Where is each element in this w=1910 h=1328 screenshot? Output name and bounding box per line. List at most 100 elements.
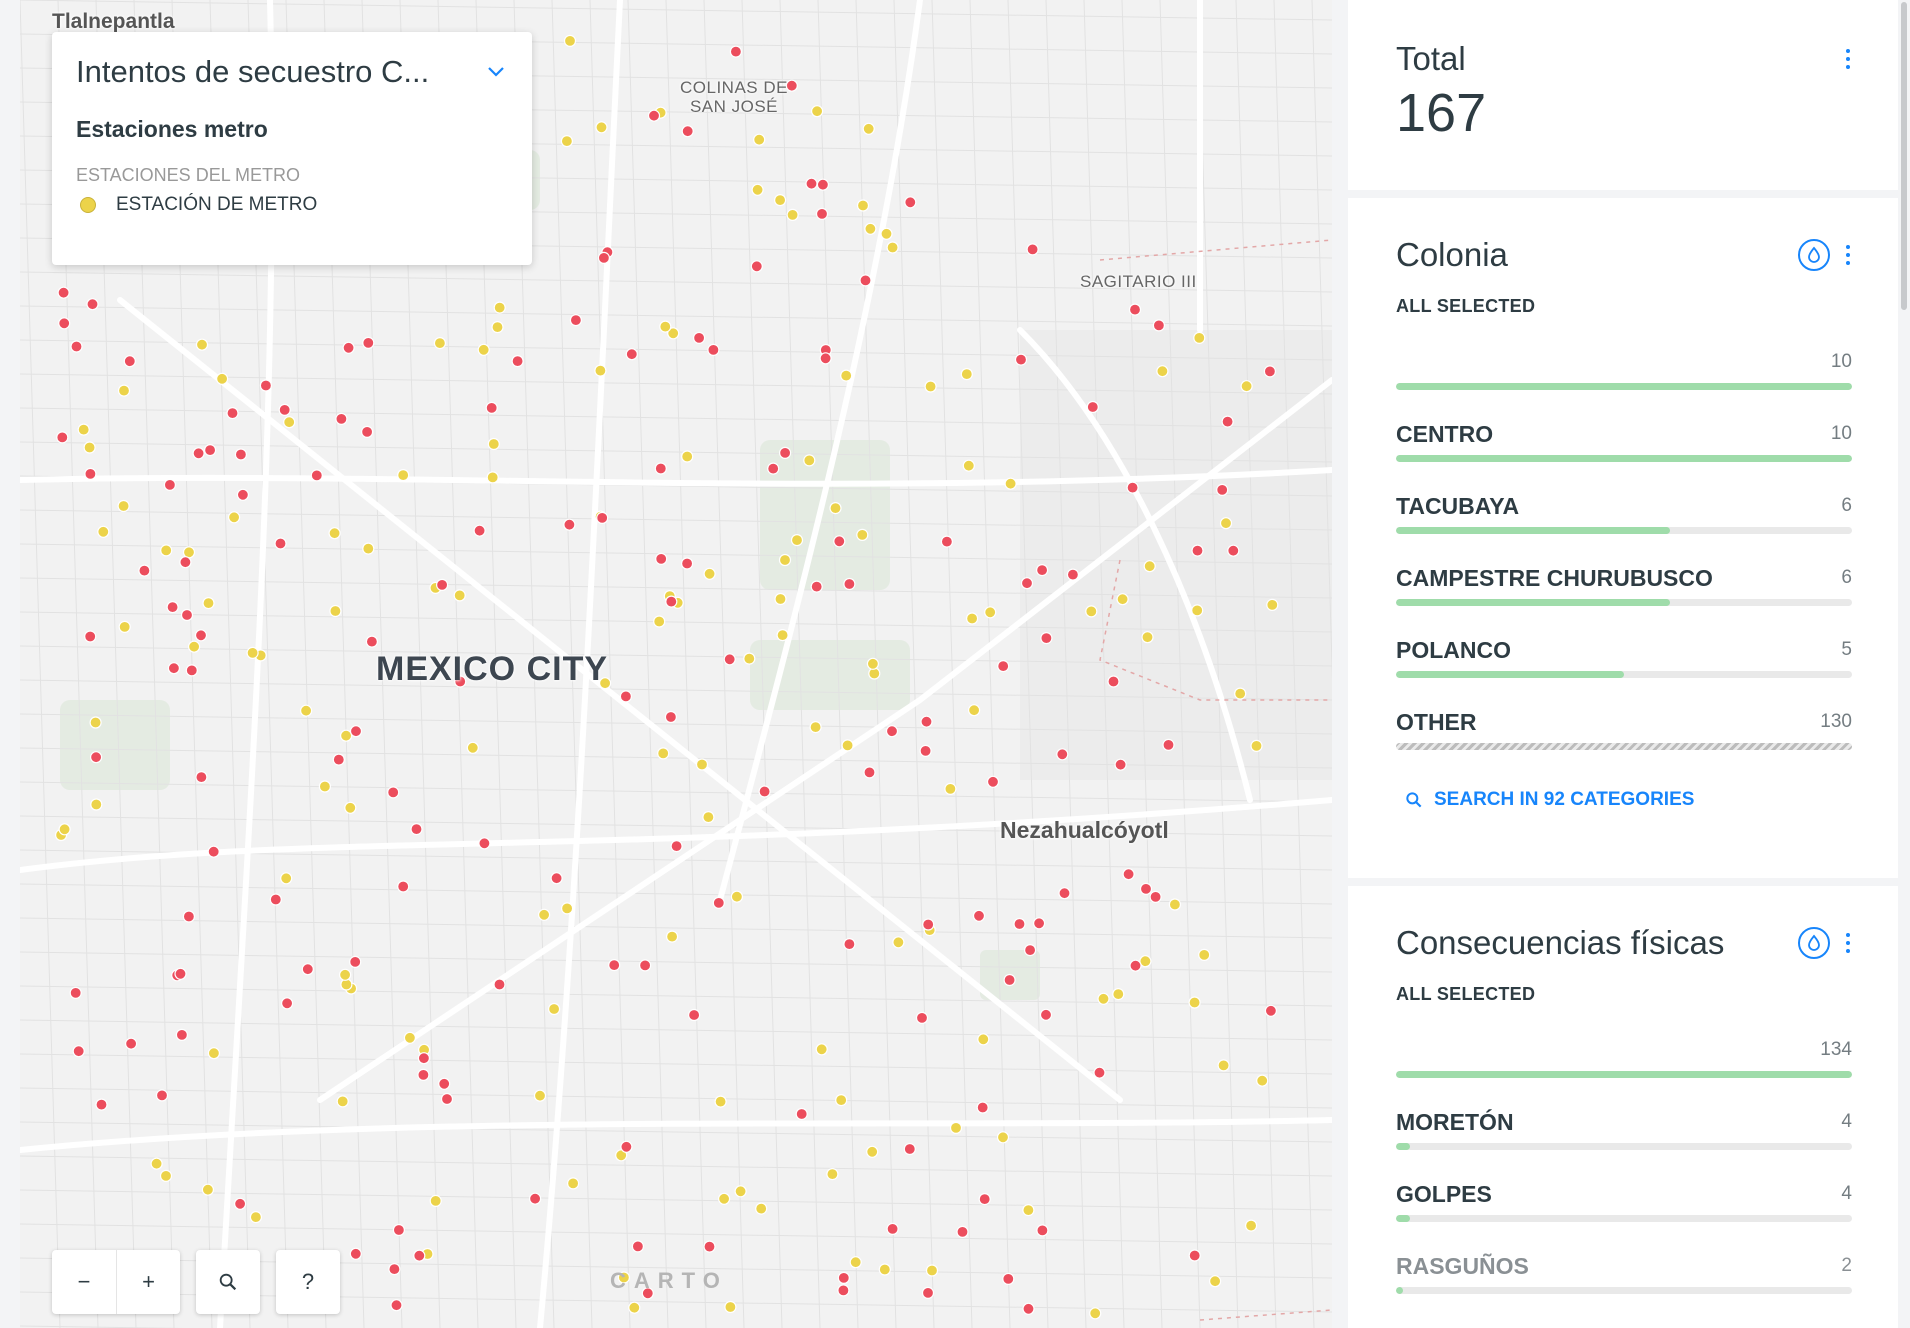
color-by-drop-icon[interactable] xyxy=(1798,927,1830,959)
chevron-down-icon[interactable] xyxy=(484,60,508,84)
incident-marker[interactable] xyxy=(681,125,694,138)
category-row[interactable]: GOLPES 4 xyxy=(1396,1165,1852,1237)
incident-marker[interactable] xyxy=(1086,400,1099,414)
metro-station-marker[interactable] xyxy=(880,227,893,240)
incident-marker[interactable] xyxy=(550,872,563,885)
incident-marker[interactable] xyxy=(123,355,136,368)
metro-station-marker[interactable] xyxy=(786,208,799,221)
metro-station-marker[interactable] xyxy=(207,1047,220,1060)
metro-station-marker[interactable] xyxy=(1141,631,1154,644)
metro-station-marker[interactable] xyxy=(743,652,756,665)
category-row[interactable]: POLANCO 5 xyxy=(1396,621,1852,693)
metro-station-marker[interactable] xyxy=(730,890,744,903)
metro-station-marker[interactable] xyxy=(433,337,446,350)
incident-marker[interactable] xyxy=(837,1271,850,1285)
incident-marker[interactable] xyxy=(670,839,683,853)
incident-marker[interactable] xyxy=(1129,959,1142,972)
incident-marker[interactable] xyxy=(833,535,846,548)
metro-station-marker[interactable] xyxy=(1217,1059,1230,1072)
incident-marker[interactable] xyxy=(301,963,314,976)
incident-marker[interactable] xyxy=(207,845,220,858)
incident-marker[interactable] xyxy=(665,595,678,608)
metro-station-marker[interactable] xyxy=(117,499,130,513)
incident-marker[interactable] xyxy=(922,918,935,931)
incident-marker[interactable] xyxy=(986,775,1000,788)
incident-marker[interactable] xyxy=(1227,544,1240,557)
zoom-out-button[interactable]: − xyxy=(52,1250,116,1314)
incident-marker[interactable] xyxy=(1026,243,1039,256)
incident-marker[interactable] xyxy=(712,896,725,910)
metro-station-marker[interactable] xyxy=(665,930,679,943)
incident-marker[interactable] xyxy=(597,251,611,264)
metro-station-marker[interactable] xyxy=(841,739,854,752)
metro-station-marker[interactable] xyxy=(996,1131,1010,1144)
incident-marker[interactable] xyxy=(174,967,187,980)
incident-marker[interactable] xyxy=(1002,1272,1015,1286)
metro-station-marker[interactable] xyxy=(751,183,764,196)
incident-marker[interactable] xyxy=(919,744,932,758)
metro-station-marker[interactable] xyxy=(1156,365,1169,378)
incident-marker[interactable] xyxy=(194,629,208,642)
incident-marker[interactable] xyxy=(767,462,780,475)
category-row[interactable]: OTHER 130 xyxy=(1396,693,1852,765)
incident-marker[interactable] xyxy=(1149,890,1162,904)
metro-station-marker[interactable] xyxy=(734,1185,747,1198)
metro-station-marker[interactable] xyxy=(329,604,342,618)
metro-station-marker[interactable] xyxy=(925,1264,939,1277)
incident-marker[interactable] xyxy=(390,1299,403,1312)
incident-marker[interactable] xyxy=(95,1098,108,1111)
metro-station-marker[interactable] xyxy=(339,968,352,981)
incident-marker[interactable] xyxy=(278,403,291,416)
incident-marker[interactable] xyxy=(1139,882,1153,896)
incident-marker[interactable] xyxy=(124,1037,138,1050)
incident-marker[interactable] xyxy=(886,1222,899,1236)
help-button[interactable]: ? xyxy=(276,1250,340,1314)
metro-station-marker[interactable] xyxy=(829,502,842,515)
metro-station-marker[interactable] xyxy=(628,1301,641,1314)
incident-marker[interactable] xyxy=(978,1192,991,1206)
incident-marker[interactable] xyxy=(72,1045,85,1058)
incident-marker[interactable] xyxy=(920,715,933,728)
incident-marker[interactable] xyxy=(569,314,583,327)
metro-station-marker[interactable] xyxy=(810,105,824,118)
metro-station-marker[interactable] xyxy=(977,1033,990,1046)
metro-station-marker[interactable] xyxy=(453,589,466,602)
metro-station-marker[interactable] xyxy=(344,801,357,814)
incident-marker[interactable] xyxy=(388,1262,401,1276)
incident-marker[interactable] xyxy=(259,379,272,392)
metro-station-marker[interactable] xyxy=(1143,560,1156,573)
incident-marker[interactable] xyxy=(175,1028,188,1042)
incident-marker[interactable] xyxy=(608,958,621,972)
metro-station-marker[interactable] xyxy=(815,1043,828,1056)
incident-marker[interactable] xyxy=(1066,568,1080,581)
metro-station-marker[interactable] xyxy=(249,1210,262,1224)
metro-station-marker[interactable] xyxy=(336,1095,349,1108)
incident-marker[interactable] xyxy=(413,1249,426,1262)
metro-station-marker[interactable] xyxy=(328,527,341,540)
incident-marker[interactable] xyxy=(1040,631,1053,645)
incident-marker[interactable] xyxy=(1191,544,1204,557)
incident-marker[interactable] xyxy=(863,766,876,779)
metro-station-marker[interactable] xyxy=(487,437,500,451)
incident-marker[interactable] xyxy=(1058,887,1071,900)
category-row[interactable]: CENTRO 10 xyxy=(1396,405,1852,477)
metro-station-marker[interactable] xyxy=(1089,1307,1102,1320)
incident-marker[interactable] xyxy=(204,444,217,457)
incident-marker[interactable] xyxy=(631,1240,645,1253)
metro-station-marker[interactable] xyxy=(1234,687,1247,700)
incident-marker[interactable] xyxy=(1263,365,1277,378)
incident-marker[interactable] xyxy=(478,837,491,850)
metro-station-marker[interactable] xyxy=(724,1300,737,1314)
incident-marker[interactable] xyxy=(485,401,498,414)
incident-marker[interactable] xyxy=(805,177,818,190)
metro-station-marker[interactable] xyxy=(563,34,577,48)
metro-station-marker[interactable] xyxy=(878,1263,891,1276)
incident-marker[interactable] xyxy=(810,580,823,593)
incident-marker[interactable] xyxy=(84,467,97,480)
metro-station-marker[interactable] xyxy=(1085,605,1098,618)
metro-station-marker[interactable] xyxy=(533,1089,547,1102)
incident-marker[interactable] xyxy=(1107,675,1120,688)
metro-station-marker[interactable] xyxy=(1219,517,1233,530)
metro-station-marker[interactable] xyxy=(1266,598,1279,612)
metro-station-marker[interactable] xyxy=(477,343,490,356)
